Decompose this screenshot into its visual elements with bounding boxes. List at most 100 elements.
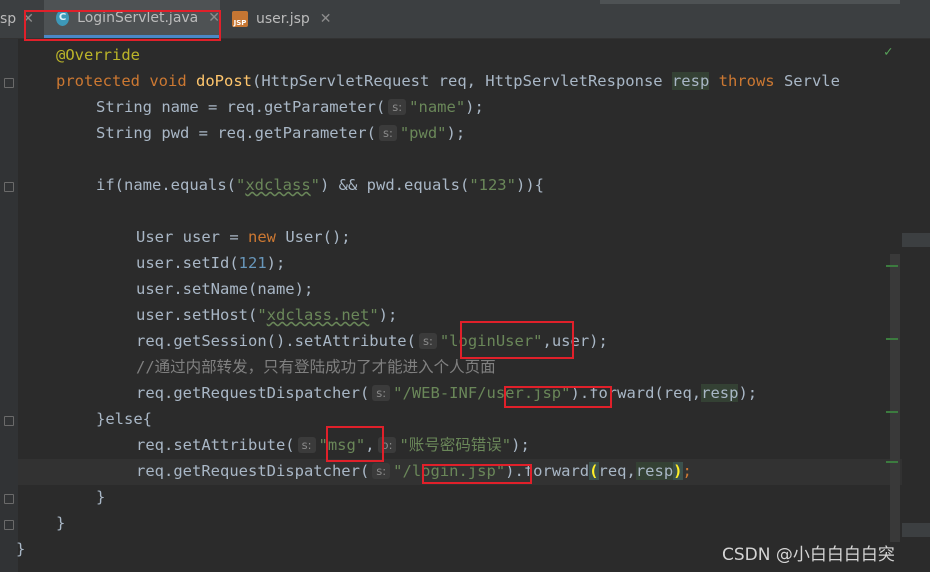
fold-marker-icon[interactable] <box>4 520 14 530</box>
vertical-scrollbar[interactable] <box>890 254 900 542</box>
panel-divider <box>902 523 930 537</box>
code-text: } <box>96 488 106 506</box>
tab-label: user.jsp <box>256 11 310 27</box>
code-text: req.getSession().setAttribute( <box>136 332 416 350</box>
keyword: throws <box>718 72 775 90</box>
string-literal: "name" <box>409 98 466 116</box>
code-text: req.setAttribute( <box>136 436 295 454</box>
highlight-box-user-jsp <box>504 386 612 408</box>
code-comment: //通过内部转发，只有登陆成功了才能进入个人页面 <box>136 358 496 376</box>
fold-marker-icon[interactable] <box>4 416 14 426</box>
fold-marker-icon[interactable] <box>4 78 14 88</box>
param-name: resp <box>701 384 739 402</box>
change-marker[interactable] <box>886 338 898 340</box>
param-name: resp <box>635 462 674 480</box>
code-text: user.setHost( <box>136 306 258 324</box>
tab-previous-jsp[interactable]: sp ✕ <box>0 0 34 38</box>
keyword: protected <box>56 72 140 90</box>
change-marker[interactable] <box>886 265 898 267</box>
string-literal: "pwd" <box>399 124 447 142</box>
highlight-box-loginuser <box>460 321 574 359</box>
code-text: ); <box>446 124 466 142</box>
close-icon[interactable]: ✕ <box>320 11 332 27</box>
code-text: req.getRequestDispatcher( <box>136 384 370 402</box>
code-line[interactable]: User user = new User(); <box>136 224 351 250</box>
parameter-hint: s: <box>372 463 391 479</box>
code-line[interactable]: req.getRequestDispatcher(s: "/login.jsp")… <box>136 458 692 484</box>
code-line[interactable]: }else{ <box>96 406 152 432</box>
code-text: } <box>56 514 66 532</box>
string-literal: " <box>310 176 320 194</box>
code-text: user.setId( <box>136 254 239 272</box>
method-name: doPost <box>196 72 253 90</box>
string-literal: " <box>235 176 246 194</box>
right-panel <box>902 39 930 572</box>
code-line[interactable]: } <box>16 536 25 562</box>
tab-user-jsp[interactable]: JSP user.jsp ✕ <box>222 0 332 38</box>
code-text: ); <box>738 384 758 402</box>
parameter-hint: s: <box>418 333 437 349</box>
code-text: if(name.equals( <box>96 176 236 194</box>
change-marker[interactable] <box>886 461 898 463</box>
code-line[interactable]: user.setName(name); <box>136 276 313 302</box>
highlight-box-tab <box>24 10 221 41</box>
string-literal: xdclass.net <box>266 306 370 324</box>
fold-marker-icon[interactable] <box>4 494 14 504</box>
code-text: ); <box>378 306 398 324</box>
code-line[interactable]: String name = req.getParameter(s: "name")… <box>96 94 484 120</box>
parameter-hint: s: <box>297 437 316 453</box>
code-text: ); <box>465 98 484 116</box>
code-text: Servle <box>774 72 840 90</box>
code-line[interactable]: } <box>96 484 105 510</box>
brace-match: ( <box>589 462 599 480</box>
jsp-file-icon: JSP <box>232 11 248 27</box>
fold-marker-icon[interactable] <box>4 182 14 192</box>
code-line[interactable]: user.setHost("xdclass.net"); <box>136 302 397 328</box>
highlight-box-login-jsp <box>422 464 532 484</box>
inspection-ok-icon[interactable]: ✓ <box>884 44 892 60</box>
code-text: user.setName(name); <box>136 280 314 298</box>
code-text: }else{ <box>96 410 152 428</box>
code-line[interactable]: String pwd = req.getParameter(s: "pwd"); <box>96 120 465 146</box>
code-text: String pwd = req.getParameter( <box>96 124 376 142</box>
code-text: ); <box>266 254 286 272</box>
tab-label: sp <box>0 11 17 27</box>
editor-gutter <box>0 39 18 572</box>
annotation: @Override <box>56 46 140 64</box>
code-text: User user = <box>136 228 248 246</box>
code-text: ) && pwd.equals( <box>320 176 470 194</box>
change-marker[interactable] <box>886 411 898 413</box>
code-line[interactable]: if(name.equals("xdclass") && pwd.equals(… <box>96 172 544 198</box>
code-line[interactable]: protected void doPost(HttpServletRequest… <box>56 68 840 94</box>
code-text: req, <box>598 462 636 480</box>
keyword: void <box>149 72 187 90</box>
keyword: new <box>247 228 276 246</box>
string-literal: "123" <box>469 176 516 194</box>
code-text: User(); <box>275 228 351 246</box>
code-line[interactable]: } <box>56 510 65 536</box>
parameter-hint: s: <box>372 385 391 401</box>
code-text: ); <box>511 436 530 454</box>
param-name: resp <box>671 72 710 90</box>
tab-bar-strip <box>600 0 900 4</box>
parameter-hint: s: <box>388 99 407 115</box>
code-text: String name = req.getParameter( <box>96 98 386 116</box>
number-literal: 121 <box>238 254 267 272</box>
watermark: CSDN @小白白白白突 <box>722 545 895 565</box>
code-line[interactable]: user.setId(121); <box>136 250 285 276</box>
highlight-box-msg <box>326 426 384 462</box>
code-text: req.getRequestDispatcher( <box>136 462 370 480</box>
code-text: )){ <box>515 176 544 194</box>
string-literal: " <box>369 306 379 324</box>
code-text: } <box>16 540 26 558</box>
code-text: ; <box>682 462 692 480</box>
parameter-hint: s: <box>378 125 397 141</box>
code-text: (HttpServletRequest req, HttpServletResp… <box>252 72 672 90</box>
code-line[interactable]: req.getRequestDispatcher(s: "/WEB-INF/use… <box>136 380 757 406</box>
string-literal: xdclass <box>245 176 311 194</box>
string-literal: "账号密码错误" <box>399 436 512 454</box>
code-line[interactable]: @Override <box>56 42 140 68</box>
panel-divider <box>902 233 930 247</box>
brace-match: ) <box>673 462 683 480</box>
code-line[interactable]: //通过内部转发，只有登陆成功了才能进入个人页面 <box>136 354 496 380</box>
